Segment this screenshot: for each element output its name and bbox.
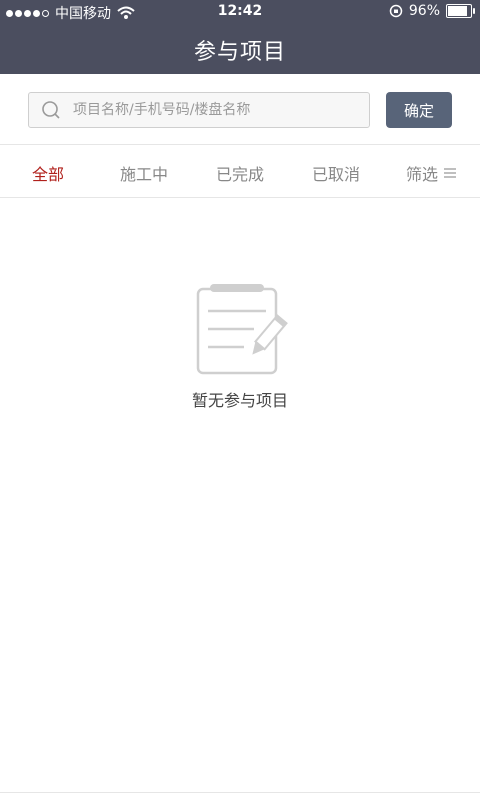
tab-bar: 全部 施工中 已完成 已取消 筛选 bbox=[0, 144, 480, 198]
search-input[interactable] bbox=[71, 101, 345, 119]
search-field[interactable] bbox=[28, 92, 370, 128]
filter-label: 筛选 bbox=[406, 165, 439, 184]
tab-cancelled[interactable]: 已取消 bbox=[312, 161, 360, 185]
tab-in-progress[interactable]: 施工中 bbox=[120, 161, 168, 185]
bottom-divider bbox=[0, 792, 480, 793]
status-bar: 中国移动 12:42 96% bbox=[0, 0, 480, 24]
battery-fill bbox=[448, 6, 467, 16]
menu-lines-icon bbox=[444, 168, 457, 178]
battery-icon bbox=[446, 4, 475, 18]
tab-all[interactable]: 全部 bbox=[32, 161, 64, 185]
content-area: 暂无参与项目 bbox=[0, 197, 480, 797]
filter-button[interactable]: 筛选 bbox=[406, 161, 457, 185]
battery-percent: 96% bbox=[408, 3, 440, 19]
empty-clipboard-icon bbox=[196, 284, 288, 375]
search-icon bbox=[42, 101, 60, 119]
search-bar: 确定 bbox=[0, 74, 480, 144]
status-right: 96% bbox=[389, 3, 475, 19]
empty-state-message: 暂无参与项目 bbox=[191, 391, 288, 410]
confirm-button[interactable]: 确定 bbox=[386, 92, 452, 128]
header: 中国移动 12:42 96% 参与项目 bbox=[0, 0, 480, 74]
tab-completed[interactable]: 已完成 bbox=[216, 161, 264, 185]
rotation-lock-icon bbox=[389, 4, 403, 18]
page-title: 参与项目 bbox=[193, 40, 286, 65]
